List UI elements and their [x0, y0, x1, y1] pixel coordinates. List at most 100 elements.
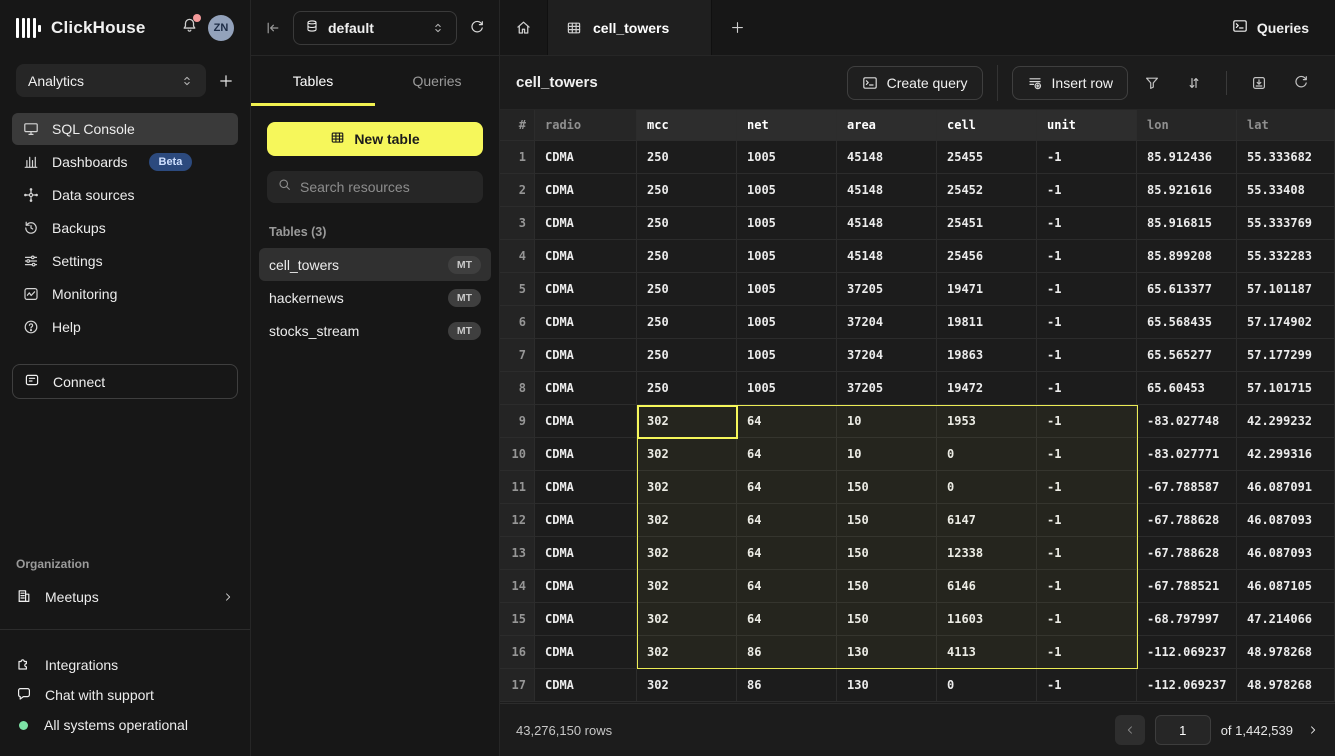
grid-cell-unit[interactable]: -1	[1037, 174, 1137, 207]
page-input[interactable]	[1155, 715, 1211, 745]
next-page-button[interactable]	[1307, 724, 1319, 736]
row-number[interactable]: 4	[500, 240, 535, 273]
grid-cell-area[interactable]: 37205	[837, 273, 937, 306]
grid-cell-area[interactable]: 150	[837, 603, 937, 636]
download-button[interactable]	[1241, 68, 1277, 98]
row-number[interactable]: 2	[500, 174, 535, 207]
grid-cell-lat[interactable]: 55.333682	[1237, 141, 1335, 174]
grid-cell-net[interactable]: 86	[737, 669, 837, 702]
grid-cell-lon[interactable]: 65.613377	[1137, 273, 1237, 306]
grid-cell-mcc[interactable]: 250	[637, 141, 737, 174]
grid-cell-unit[interactable]: -1	[1037, 405, 1137, 438]
grid-cell-net[interactable]: 64	[737, 471, 837, 504]
row-number[interactable]: 14	[500, 570, 535, 603]
grid-cell-area[interactable]: 150	[837, 504, 937, 537]
grid-cell-cell[interactable]: 6147	[937, 504, 1037, 537]
grid-cell-mcc[interactable]: 250	[637, 372, 737, 405]
row-number[interactable]: 8	[500, 372, 535, 405]
grid-cell-lon[interactable]: 85.921616	[1137, 174, 1237, 207]
grid-cell-mcc[interactable]: 302	[637, 438, 737, 471]
refresh-tables-button[interactable]	[469, 20, 485, 36]
row-number[interactable]: 10	[500, 438, 535, 471]
grid-cell-cell[interactable]: 11603	[937, 603, 1037, 636]
row-number[interactable]: 6	[500, 306, 535, 339]
grid-cell-mcc[interactable]: 302	[637, 603, 737, 636]
grid-cell-lon[interactable]: -68.797997	[1137, 603, 1237, 636]
grid-cell-lat[interactable]: 57.174902	[1237, 306, 1335, 339]
new-table-button[interactable]: New table	[267, 122, 483, 156]
column-header-net[interactable]: net	[737, 110, 837, 141]
grid-cell-area[interactable]: 10	[837, 405, 937, 438]
sidebar-item-sql-console[interactable]: SQL Console	[12, 113, 238, 145]
grid-cell-radio[interactable]: CDMA	[535, 240, 637, 273]
grid-cell-cell[interactable]: 4113	[937, 636, 1037, 669]
grid-cell-lon[interactable]: 85.912436	[1137, 141, 1237, 174]
grid-cell-cell[interactable]: 19863	[937, 339, 1037, 372]
search-input[interactable]	[300, 179, 473, 195]
grid-cell-lon[interactable]: -67.788628	[1137, 504, 1237, 537]
grid-cell-lat[interactable]: 55.332283	[1237, 240, 1335, 273]
grid-cell-lat[interactable]: 42.299316	[1237, 438, 1335, 471]
grid-cell-lat[interactable]: 47.214066	[1237, 603, 1335, 636]
grid-cell-area[interactable]: 45148	[837, 207, 937, 240]
grid-cell-mcc[interactable]: 250	[637, 339, 737, 372]
grid-cell-radio[interactable]: CDMA	[535, 339, 637, 372]
grid-cell-radio[interactable]: CDMA	[535, 471, 637, 504]
grid-cell-cell[interactable]: 25456	[937, 240, 1037, 273]
grid-cell-radio[interactable]: CDMA	[535, 669, 637, 702]
table-list-item-stocks-stream[interactable]: stocks_streamMT	[259, 314, 491, 347]
tab-tables[interactable]: Tables	[251, 56, 375, 106]
column-header-rownum[interactable]: #	[500, 110, 535, 141]
grid-cell-net[interactable]: 1005	[737, 174, 837, 207]
grid-cell-area[interactable]: 150	[837, 570, 937, 603]
grid-cell-lon[interactable]: -67.788587	[1137, 471, 1237, 504]
grid-cell-radio[interactable]: CDMA	[535, 273, 637, 306]
grid-cell-radio[interactable]: CDMA	[535, 405, 637, 438]
sidebar-item-settings[interactable]: Settings	[12, 245, 238, 277]
grid-cell-area[interactable]: 37205	[837, 372, 937, 405]
grid-cell-radio[interactable]: CDMA	[535, 636, 637, 669]
grid-cell-lon[interactable]: 65.568435	[1137, 306, 1237, 339]
grid-cell-net[interactable]: 64	[737, 504, 837, 537]
collapse-panel-button[interactable]	[265, 20, 281, 36]
grid-cell-net[interactable]: 64	[737, 603, 837, 636]
sidebar-item-meetups[interactable]: Meetups	[16, 581, 234, 613]
column-header-lat[interactable]: lat	[1237, 110, 1335, 141]
tab-cell-towers[interactable]: cell_towers	[547, 0, 712, 55]
grid-cell-radio[interactable]: CDMA	[535, 537, 637, 570]
grid-cell-lat[interactable]: 46.087091	[1237, 471, 1335, 504]
row-number[interactable]: 16	[500, 636, 535, 669]
grid-cell-area[interactable]: 130	[837, 669, 937, 702]
avatar[interactable]: ZN	[208, 15, 234, 41]
grid-cell-area[interactable]: 150	[837, 471, 937, 504]
sort-button[interactable]	[1176, 68, 1212, 98]
grid-cell-unit[interactable]: -1	[1037, 570, 1137, 603]
prev-page-button[interactable]	[1115, 715, 1145, 745]
grid-cell-mcc[interactable]: 302	[637, 471, 737, 504]
grid-cell-mcc[interactable]: 302	[637, 504, 737, 537]
grid-cell-lat[interactable]: 48.978268	[1237, 636, 1335, 669]
grid-cell-lon[interactable]: -83.027748	[1137, 405, 1237, 438]
grid-cell-lon[interactable]: 85.916815	[1137, 207, 1237, 240]
grid-cell-cell[interactable]: 25451	[937, 207, 1037, 240]
refresh-data-button[interactable]	[1283, 68, 1319, 98]
connect-button[interactable]: Connect	[12, 364, 238, 399]
grid-cell-net[interactable]: 86	[737, 636, 837, 669]
grid-cell-unit[interactable]: -1	[1037, 339, 1137, 372]
grid-cell-unit[interactable]: -1	[1037, 669, 1137, 702]
grid-cell-unit[interactable]: -1	[1037, 372, 1137, 405]
row-number[interactable]: 5	[500, 273, 535, 306]
grid-cell-lon[interactable]: -83.027771	[1137, 438, 1237, 471]
column-header-radio[interactable]: radio	[535, 110, 637, 141]
grid-cell-mcc[interactable]: 302	[637, 669, 737, 702]
grid-cell-unit[interactable]: -1	[1037, 207, 1137, 240]
grid-cell-area[interactable]: 10	[837, 438, 937, 471]
grid-cell-unit[interactable]: -1	[1037, 306, 1137, 339]
row-number[interactable]: 7	[500, 339, 535, 372]
grid-cell-cell[interactable]: 0	[937, 438, 1037, 471]
sidebar-item-monitoring[interactable]: Monitoring	[12, 278, 238, 310]
grid-cell-net[interactable]: 64	[737, 405, 837, 438]
grid-cell-cell[interactable]: 25452	[937, 174, 1037, 207]
grid-cell-net[interactable]: 64	[737, 570, 837, 603]
grid-cell-cell[interactable]: 19472	[937, 372, 1037, 405]
